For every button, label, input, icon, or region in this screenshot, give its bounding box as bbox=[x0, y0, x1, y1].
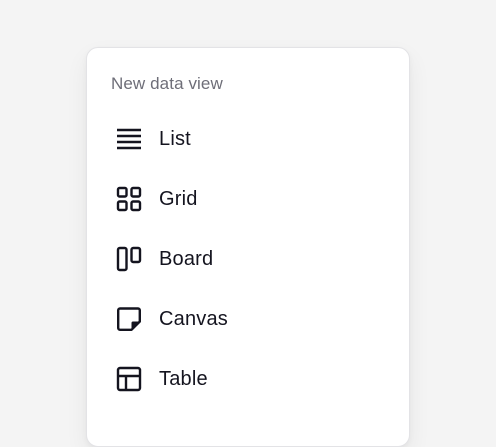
menu-item-label-board: Board bbox=[159, 248, 214, 270]
menu-item-table[interactable]: Table bbox=[99, 355, 397, 403]
canvas-icon bbox=[115, 305, 143, 333]
menu-item-label-canvas: Canvas bbox=[159, 308, 229, 330]
menu-item-grid[interactable]: Grid bbox=[99, 175, 397, 223]
grid-icon bbox=[115, 185, 143, 213]
table-icon bbox=[115, 365, 143, 393]
new-data-view-menu: New data view List Grid Board Canvas Tab… bbox=[86, 47, 410, 447]
menu-item-label-list: List bbox=[159, 128, 191, 150]
menu-heading: New data view bbox=[111, 74, 223, 93]
menu-item-list[interactable]: List bbox=[99, 115, 397, 163]
board-icon bbox=[115, 245, 143, 273]
list-icon bbox=[115, 125, 143, 153]
menu-item-canvas[interactable]: Canvas bbox=[99, 295, 397, 343]
menu-item-board[interactable]: Board bbox=[99, 235, 397, 283]
menu-item-label-grid: Grid bbox=[159, 188, 198, 210]
menu-item-label-table: Table bbox=[159, 368, 208, 390]
